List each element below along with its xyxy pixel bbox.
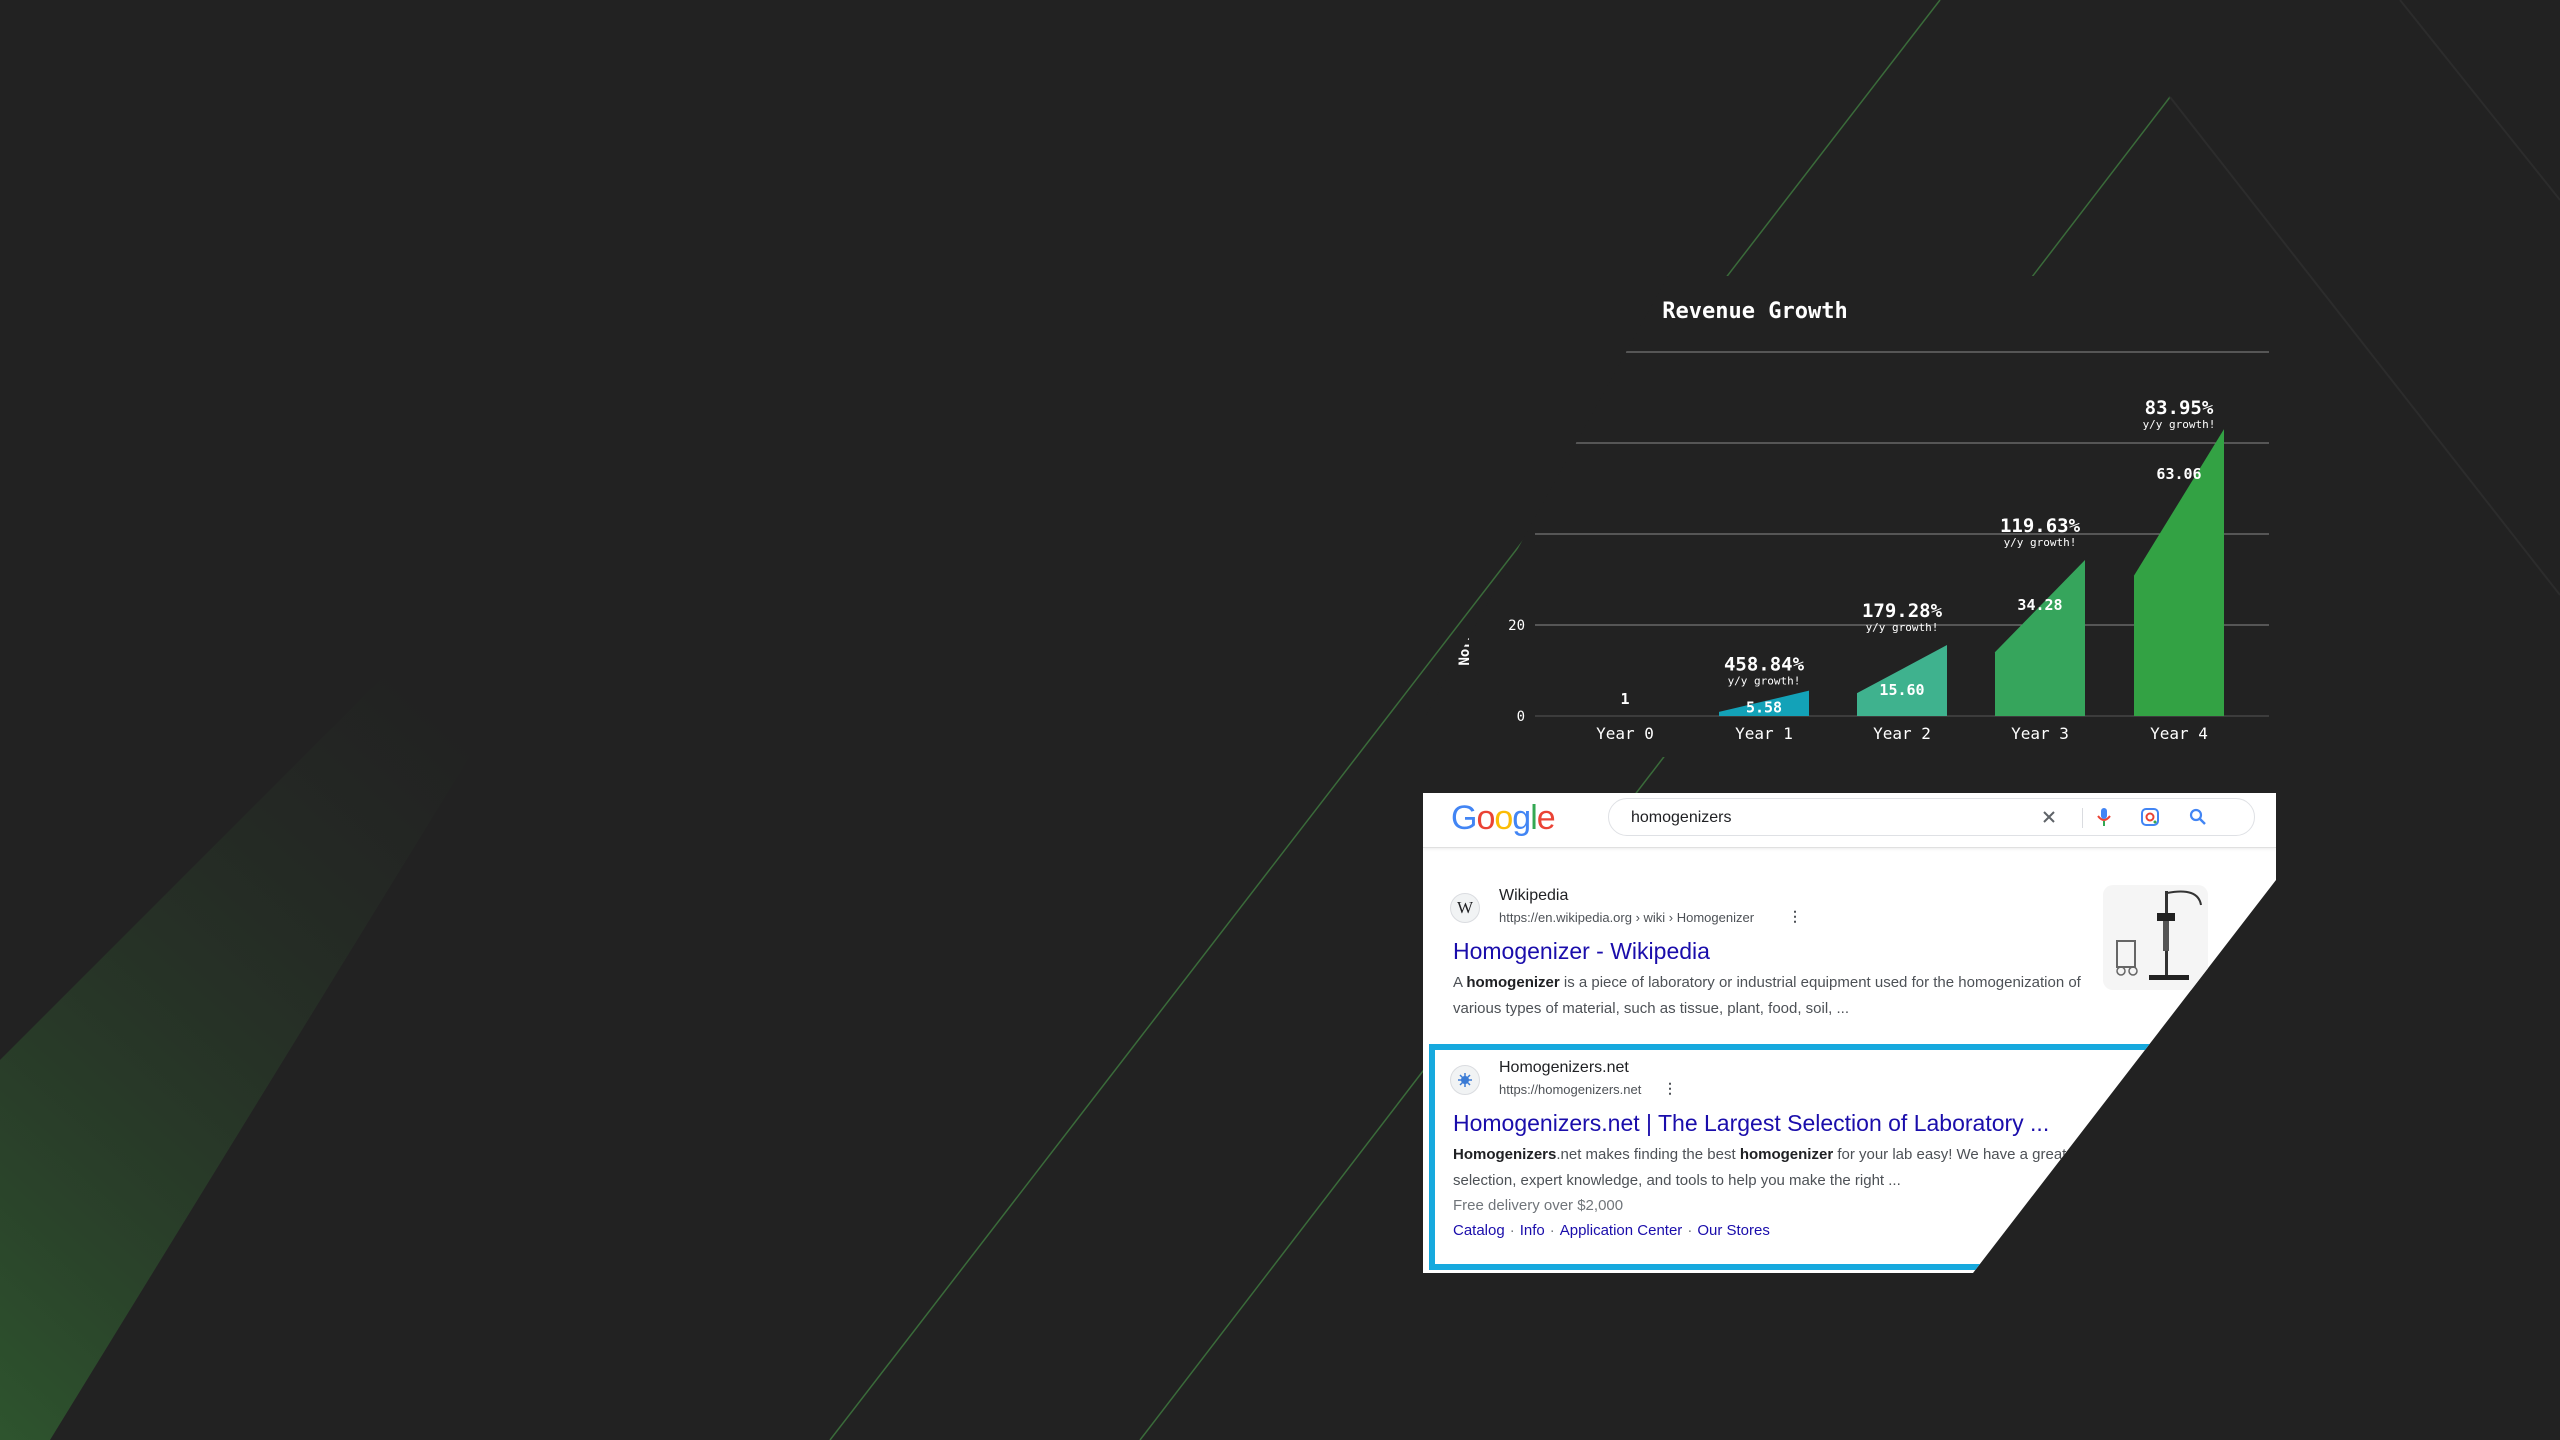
result-url: https://en.wikipedia.org › wiki › Homoge… [1499, 910, 1755, 925]
data-label: 1 [1620, 690, 1629, 708]
result-extra-info: Free delivery over $2,000 [1453, 1197, 1624, 1214]
more-options-icon[interactable]: ⋮ [1663, 1080, 1677, 1097]
x-tick-label: Year 4 [2150, 724, 2208, 743]
growth-note: y/y growth! [1866, 621, 1939, 634]
data-label: 15.60 [1879, 681, 1924, 699]
search-input[interactable]: homogenizers [1631, 809, 1732, 827]
chart-title: Revenue Growth [1662, 299, 1847, 324]
growth-annotation: 179.28% [1862, 600, 1943, 622]
logo-letter: g [1512, 799, 1531, 837]
mic-icon[interactable] [2092, 805, 2116, 829]
result-title-link[interactable]: Homogenizers.net | The Largest Selection… [1453, 1110, 2049, 1137]
growth-note: y/y growth! [2004, 536, 2077, 549]
slide-canvas: Revenue Growth 0 20 Normali 1 Year 0 5.58 Year … [0, 0, 2560, 1440]
growth-annotation: 458.84% [1724, 654, 1805, 676]
search-icon[interactable] [2186, 805, 2210, 829]
growth-annotation: 83.95% [2145, 397, 2214, 419]
divider [2082, 808, 2083, 828]
homogenizer-thumbnail[interactable] [2103, 885, 2208, 990]
sitelink-application-center[interactable]: Application Center [1560, 1222, 1683, 1239]
wikipedia-favicon-icon: W [1450, 893, 1480, 923]
logo-letter: o [1494, 799, 1513, 837]
sitelink-our-stores[interactable]: Our Stores [1697, 1222, 1770, 1239]
lens-icon[interactable] [2138, 805, 2162, 829]
x-tick-label: Year 2 [1873, 724, 1931, 743]
search-box[interactable]: homogenizers [1608, 798, 2255, 836]
separator: · [1687, 1222, 1693, 1239]
y-tick-label: 0 [1517, 709, 1525, 725]
logo-letter: G [1451, 799, 1477, 837]
result-title-link[interactable]: Homogenizer - Wikipedia [1453, 938, 1710, 965]
homogenizers-favicon-icon [1450, 1065, 1480, 1095]
growth-note: y/y growth! [2143, 418, 2216, 431]
separator: · [1549, 1222, 1555, 1239]
x-tick-label: Year 3 [2011, 724, 2069, 743]
search-header: Google homogenizers [1423, 793, 2276, 848]
data-label: 63.06 [2156, 465, 2201, 483]
result-snippet: Homogenizers.net makes finding the best … [1453, 1146, 2067, 1189]
green-band [0, 610, 560, 1440]
result-site-name: Homogenizers.net [1499, 1059, 1629, 1076]
result-site-name: Wikipedia [1499, 887, 1569, 904]
result-url: https://homogenizers.net [1499, 1082, 1642, 1097]
growth-annotation: 119.63% [2000, 515, 2081, 537]
result-snippet: A homogenizer is a piece of laboratory o… [1453, 974, 2081, 1017]
x-tick-label: Year 0 [1596, 724, 1654, 743]
data-label: 34.28 [2017, 596, 2062, 614]
result-sitelinks: Catalog · Info · Application Center · Our Stor… [1453, 1222, 1770, 1239]
logo-letter: e [1536, 799, 1556, 837]
sitelink-catalog[interactable]: Catalog [1453, 1222, 1505, 1239]
diagonal-line [2399, 0, 2560, 201]
separator: · [1509, 1222, 1515, 1239]
y-tick-label: 20 [1508, 618, 1525, 634]
data-label: 5.58 [1746, 699, 1782, 717]
google-logo[interactable]: Google [1451, 799, 1556, 838]
clear-icon[interactable] [2037, 805, 2061, 829]
sitelink-info[interactable]: Info [1520, 1222, 1545, 1239]
more-options-icon[interactable]: ⋮ [1788, 908, 1802, 925]
x-tick-label: Year 1 [1735, 724, 1793, 743]
logo-letter: o [1476, 799, 1495, 837]
growth-note: y/y growth! [1728, 675, 1801, 688]
